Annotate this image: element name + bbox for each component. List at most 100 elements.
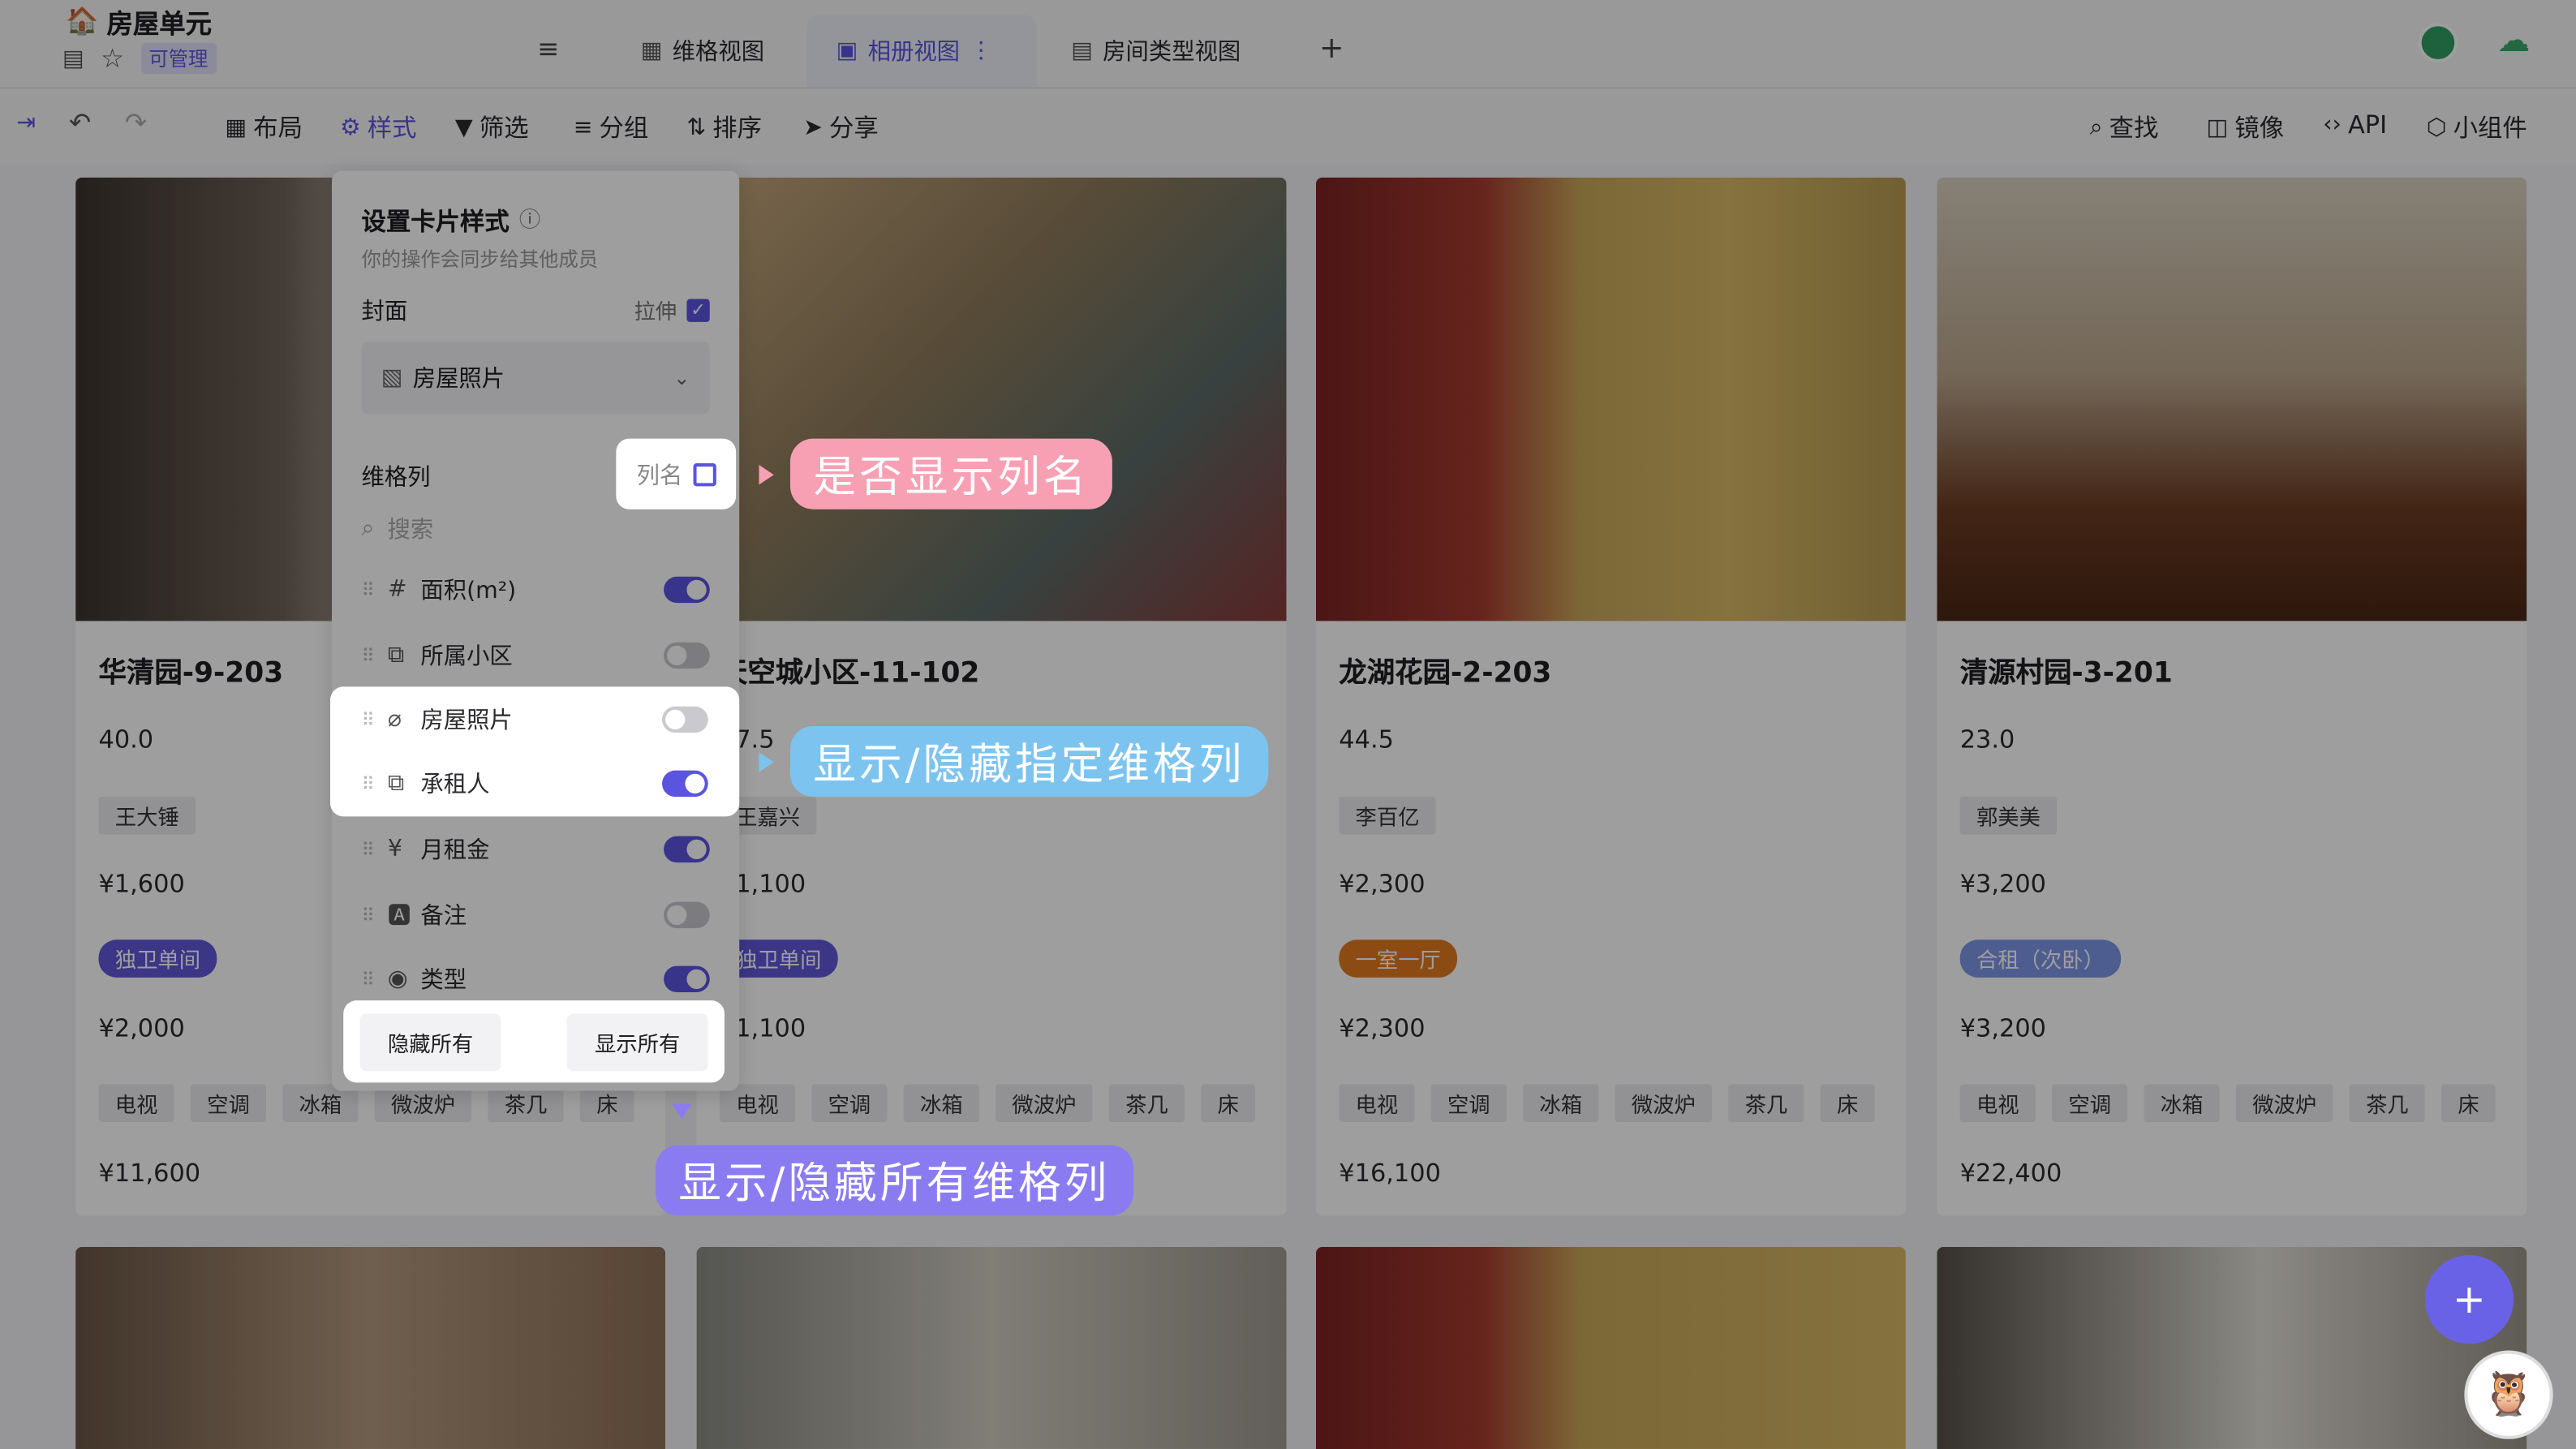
gallery-card[interactable]: 龙湖花园-2-203 44.5 李百亿 ¥2,300 一室一厅 ¥2,300 电… [1315,177,1906,1216]
colname-checkbox[interactable] [692,462,716,486]
gallery-icon: ▣ [836,37,858,64]
share-button[interactable]: ➤ 分享 [803,110,879,145]
tab-more-icon[interactable]: ⋮ [970,38,992,64]
select-icon: ◉ [387,965,408,993]
gallery-card[interactable] [696,1246,1287,1449]
find-button[interactable]: ⌕ 查找 [2090,110,2159,145]
hide-all-button[interactable]: 隐藏所有 [359,1013,501,1071]
field-row-photo[interactable]: ⠿ ⌀ 房屋照片 [361,695,708,745]
field-row-area[interactable]: ⠿ # 面积(m²) [361,565,710,615]
card-price: ¥3,200 [1959,1013,2047,1043]
callout-all: 显示/隐藏所有维格列 [655,1145,1133,1216]
callout-arrow [672,1103,692,1119]
field-row-note[interactable]: ⠿ 🅰 备注 [361,890,710,939]
cloud-sync-icon[interactable]: ☁ [2497,23,2530,55]
show-all-button[interactable]: 显示所有 [566,1013,708,1071]
field-row-tenant[interactable]: ⠿ ⧉ 承租人 [361,759,708,809]
drag-handle-icon[interactable]: ⠿ [361,773,387,794]
cover-field-select[interactable]: ▧ 房屋照片 ⌄ [361,342,710,415]
drag-handle-icon[interactable]: ⠿ [361,579,387,600]
room-photo [696,1246,1287,1449]
sidebar-toggle-icon[interactable]: ⇥ [16,112,36,135]
add-view-icon[interactable]: + [1319,34,1344,64]
stretch-checkbox[interactable]: ✓ [686,298,710,321]
gallery-card[interactable]: 清源村园-3-201 23.0 郭美美 ¥3,200 合租（次卧） ¥3,200… [1937,177,2527,1216]
callout-colname: 是否显示列名 [789,438,1112,510]
field-toggle[interactable] [664,901,710,929]
card-area: 40.0 [98,724,154,755]
cover-label: 封面 [361,299,408,325]
colname-highlight[interactable]: 列名 [616,438,737,510]
gallery-card[interactable]: 天空城小区-11-102 37.5 王嘉兴 ¥1,100 独卫单间 ¥1,100… [696,177,1287,1216]
drag-handle-icon[interactable]: ⠿ [361,645,387,666]
card-title: 华清园-9-203 [98,656,284,690]
columns-label: 维格列 [361,465,431,492]
card-type: 合租（次卧） [1959,939,2122,978]
filter-icon: ▼ [454,114,473,141]
field-row-month-rent[interactable]: ⠿ ¥ 月租金 [361,824,710,874]
field-toggle[interactable] [664,836,710,863]
stretch-option[interactable]: 拉伸 ✓ [634,294,710,325]
callout-arrow [759,465,774,485]
mirror-icon: ◫ [2206,114,2229,141]
card-title: 天空城小区-11-102 [719,656,980,690]
datasheet-title: 🏠 房屋单元 [66,2,212,41]
card-price: ¥2,000 [98,1013,185,1043]
add-record-button[interactable]: + [2424,1255,2514,1344]
gallery-card[interactable] [75,1246,666,1449]
description-icon[interactable]: ▤ [62,47,84,70]
drag-handle-icon[interactable]: ⠿ [361,709,387,730]
gear-icon: ⚙ [340,114,361,141]
card-area: 23.0 [1959,724,2015,755]
card-rent: ¥3,200 [1959,869,2047,899]
menu-icon[interactable]: ≡ [537,36,559,62]
image-icon: ▧ [381,364,403,391]
send-icon: ➤ [803,114,823,141]
widget-button[interactable]: ⬡ 小组件 [2427,110,2527,145]
tab-gallery-view[interactable]: ▣ 相册视图 ⋮ [806,15,1037,88]
style-button[interactable]: ⚙ 样式 [340,110,416,145]
card-type: 独卫单间 [98,939,217,978]
star-icon[interactable]: ☆ [101,45,124,71]
group-button[interactable]: ≡ 分组 [574,110,649,145]
filter-button[interactable]: ▼ 筛选 [455,110,529,145]
room-photo [1315,177,1906,621]
field-row-community[interactable]: ⠿ ⧉ 所属小区 [361,631,710,681]
layout-button[interactable]: ▦ 布局 [225,110,303,145]
search-field[interactable]: ⌕ 搜索 [361,508,709,551]
field-toggle[interactable] [664,576,710,604]
redo-icon[interactable]: ↷ [125,110,147,136]
undo-icon[interactable]: ↶ [69,110,91,136]
tab-grid-view[interactable]: ▦ 维格视图 [624,15,781,87]
sort-icon: ⇅ [686,114,707,141]
field-row-type[interactable]: ⠿ ◉ 类型 [361,954,710,1004]
grid-icon: ▦ [640,37,663,64]
drag-handle-icon[interactable]: ⠿ [361,905,387,926]
search-placeholder: 搜索 [387,517,434,544]
drag-handle-icon[interactable]: ⠿ [361,839,387,860]
mirror-button[interactable]: ◫ 镜像 [2206,110,2284,145]
card-total: ¥11,600 [98,1158,201,1189]
card-type: 一室一厅 [1339,939,1458,978]
field-toggle[interactable] [662,706,708,733]
avatar[interactable] [2418,23,2458,62]
field-toggle[interactable] [664,642,710,669]
mascot-avatar[interactable]: 🦉 [2464,1350,2553,1439]
field-toggle[interactable] [664,965,710,993]
field-toggle[interactable] [662,770,708,798]
list-icon: ▤ [1071,37,1094,64]
permission-badge: 可管理 [140,42,217,75]
sort-button[interactable]: ⇅ 排序 [686,110,762,145]
drag-handle-icon[interactable]: ⠿ [361,969,387,990]
room-photo [1315,1246,1906,1449]
api-button[interactable]: ‹› API [2323,110,2387,140]
link-icon: ⧉ [387,770,405,798]
card-price: ¥2,300 [1339,1013,1426,1043]
help-icon[interactable]: ⓘ [519,210,540,231]
card-title: 清源村园-3-201 [1959,656,2173,690]
gallery-card[interactable] [1315,1246,1906,1449]
room-photo [75,1246,666,1449]
tab-room-type-view[interactable]: ▤ 房间类型视图 [1055,15,1258,87]
group-icon: ≡ [573,114,593,141]
widget-icon: ⬡ [2426,114,2447,141]
